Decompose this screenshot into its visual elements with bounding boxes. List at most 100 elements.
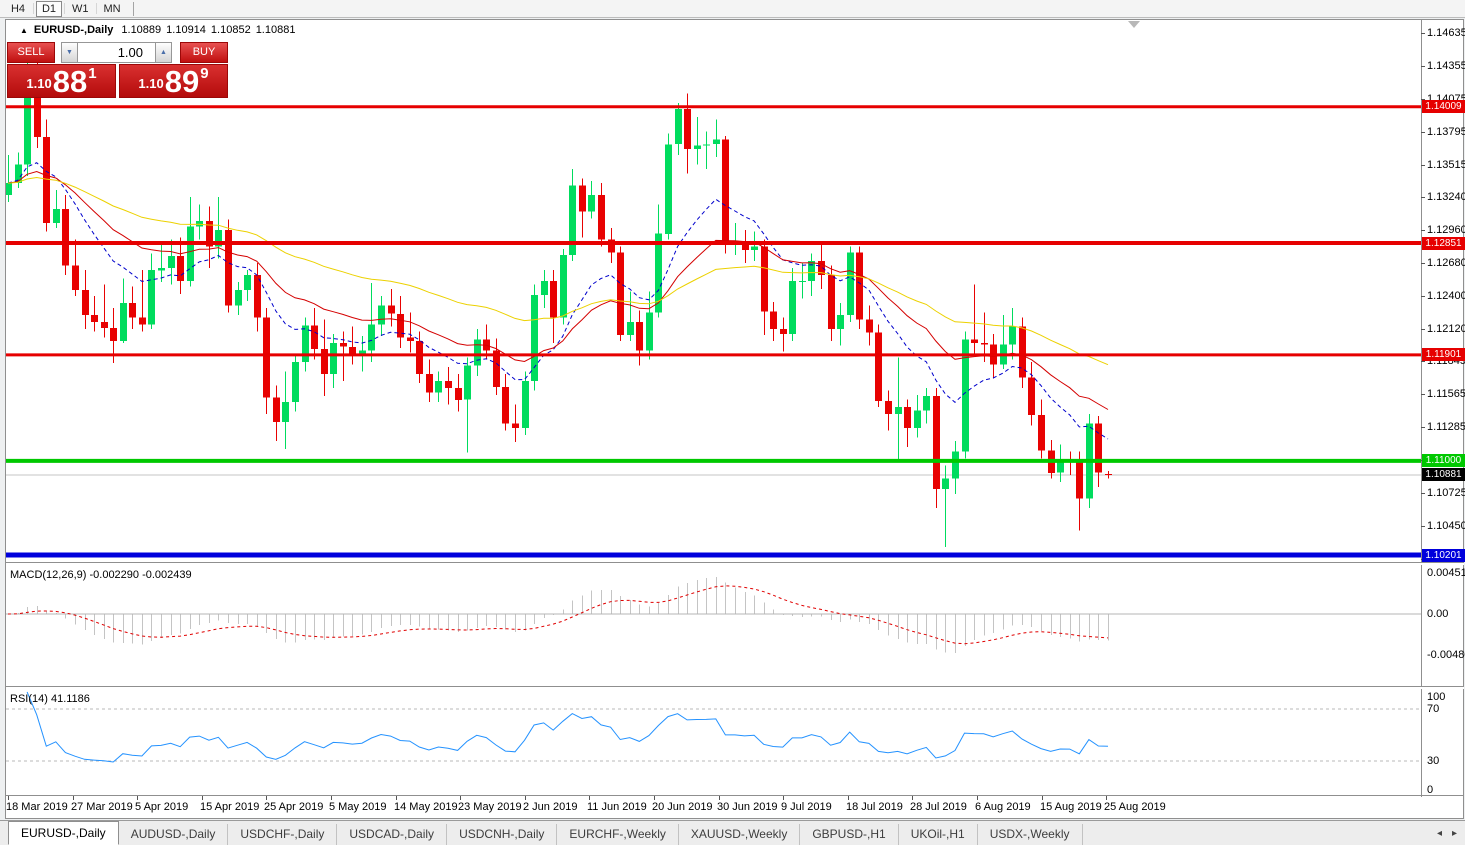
tab-scroll-arrows: ◂▸ (1437, 828, 1457, 840)
ohlc-high: 1.10914 (166, 24, 206, 36)
time-axis-divider (6, 795, 1464, 796)
tab-scroll-left-icon[interactable]: ◂ (1437, 828, 1442, 840)
price-axis-divider (1421, 20, 1422, 797)
ma-slow (8, 178, 1108, 365)
price-tick-mark (1421, 526, 1425, 527)
price-tick-label: 1.10450 (1427, 520, 1465, 532)
rsi-axis-label: 100 (1427, 691, 1445, 703)
chart-tab-usdcad[interactable]: USDCAD-,Daily (337, 824, 447, 845)
chart-title: ▲ EURUSD-,Daily 1.10889 1.10914 1.10852 … (20, 24, 300, 36)
level-price-badge: 1.14009 (1422, 100, 1465, 113)
price-tick-mark (1421, 33, 1425, 34)
volume-decrease-button[interactable]: ▼ (61, 42, 78, 63)
rsi-value: 41.1186 (51, 693, 90, 705)
price-tick-mark (1421, 66, 1425, 67)
volume-increase-button[interactable]: ▲ (155, 42, 172, 63)
timeframe-button-w1[interactable]: W1 (67, 1, 94, 17)
ma-fast (8, 163, 1108, 439)
tab-scroll-right-icon[interactable]: ▸ (1452, 828, 1457, 840)
date-tick-mark (719, 796, 720, 800)
current-price-badge: 1.10881 (1422, 468, 1465, 481)
ma-mid (8, 172, 1108, 410)
date-tick-mark (525, 796, 526, 800)
timeframe-button-d1[interactable]: D1 (36, 1, 62, 17)
ohlc-close: 1.10881 (256, 24, 296, 36)
timeframe-button-mn[interactable]: MN (99, 1, 126, 17)
chart-shift-marker-icon[interactable] (1128, 21, 1140, 28)
buy-button[interactable]: BUY (180, 42, 228, 63)
price-tick-label: 1.12120 (1427, 323, 1465, 335)
date-label: 30 Jun 2019 (717, 801, 778, 813)
timeframe-toolbar: H4 D1 W1 MN (0, 0, 1465, 18)
date-label: 18 Mar 2019 (6, 801, 68, 813)
chart-tab-eurchf[interactable]: EURCHF-,Weekly (557, 824, 678, 845)
level-price-badge: 1.10201 (1422, 549, 1465, 562)
collapse-triangle-icon[interactable]: ▲ (20, 26, 28, 35)
date-label: 14 May 2019 (394, 801, 458, 813)
main-chart-svg[interactable] (0, 0, 1465, 845)
chevron-down-icon: ▼ (66, 49, 73, 56)
buy-price-pip: 9 (200, 65, 208, 82)
price-tick-mark (1421, 132, 1425, 133)
date-label: 15 Apr 2019 (200, 801, 259, 813)
chart-tab-usdx[interactable]: USDX-,Weekly (978, 824, 1083, 845)
price-tick-mark (1421, 197, 1425, 198)
buy-price-prefix: 1.10 (138, 76, 163, 91)
date-label: 9 Jul 2019 (781, 801, 832, 813)
ohlc-low: 1.10852 (211, 24, 251, 36)
date-tick-mark (654, 796, 655, 800)
price-tick-label: 1.13795 (1427, 126, 1465, 138)
date-label: 6 Aug 2019 (975, 801, 1031, 813)
chevron-up-icon: ▲ (160, 49, 167, 56)
macd-value-signal: -0.002439 (142, 569, 192, 581)
price-tick-mark (1421, 263, 1425, 264)
timeframe-button-h4[interactable]: H4 (5, 1, 31, 17)
price-tick-mark (1421, 230, 1425, 231)
chart-tab-usdcnh[interactable]: USDCNH-,Daily (447, 824, 557, 845)
sell-price-pip: 1 (88, 65, 96, 82)
macd-axis-label: -0.004806 (1427, 649, 1465, 661)
price-tick-label: 1.11565 (1427, 388, 1465, 400)
toolbar-separator (96, 3, 97, 14)
price-tick-mark (1421, 329, 1425, 330)
chart-tab-audusd[interactable]: AUDUSD-,Daily (119, 824, 229, 845)
chart-symbol-label: EURUSD-,Daily (34, 24, 113, 36)
rsi-name: RSI(14) (10, 693, 48, 705)
chart-tab-usdchf[interactable]: USDCHF-,Daily (228, 824, 337, 845)
date-label: 15 Aug 2019 (1040, 801, 1102, 813)
volume-input[interactable]: 1.00 (78, 42, 155, 63)
price-tick-label: 1.13240 (1427, 191, 1465, 203)
price-tick-label: 1.14635 (1427, 27, 1465, 39)
buy-price-big: 89 (165, 68, 199, 95)
date-label: 20 Jun 2019 (652, 801, 713, 813)
rsi-label: RSI(14) 41.1186 (10, 693, 90, 705)
price-tick-label: 1.12960 (1427, 224, 1465, 236)
price-tick-label: 1.12680 (1427, 257, 1465, 269)
symbol-tabbar: EURUSD-,DailyAUDUSD-,DailyUSDCHF-,DailyU… (0, 820, 1465, 845)
toolbar-separator (133, 2, 134, 16)
date-tick-mark (589, 796, 590, 800)
candlesticks (5, 51, 1112, 547)
date-label: 23 May 2019 (458, 801, 522, 813)
sell-button[interactable]: SELL (7, 42, 55, 63)
chart-tab-ukoil[interactable]: UKOil-,H1 (899, 824, 978, 845)
rsi-line (27, 692, 1108, 762)
price-tick-mark (1421, 361, 1425, 362)
panel-splitter-rsi[interactable] (6, 686, 1464, 689)
chart-tab-xauusd[interactable]: XAUUSD-,Weekly (679, 824, 800, 845)
price-tick-label: 1.11285 (1427, 421, 1465, 433)
sell-price-prefix: 1.10 (26, 76, 51, 91)
panel-splitter-macd[interactable] (6, 562, 1464, 565)
date-label: 25 Aug 2019 (1104, 801, 1166, 813)
date-label: 2 Jun 2019 (523, 801, 577, 813)
price-tick-mark (1421, 493, 1425, 494)
ohlc-open: 1.10889 (121, 24, 161, 36)
sell-price-panel[interactable]: 1.10 88 1 (7, 64, 116, 98)
buy-price-panel[interactable]: 1.10 89 9 (119, 64, 228, 98)
chart-tab-eurusd[interactable]: EURUSD-,Daily (8, 821, 119, 845)
date-label: 11 Jun 2019 (587, 801, 647, 813)
date-tick-mark (73, 796, 74, 800)
chart-tab-gbpusd[interactable]: GBPUSD-,H1 (800, 824, 898, 845)
level-price-badge: 1.12851 (1422, 237, 1465, 250)
date-label: 28 Jul 2019 (910, 801, 967, 813)
